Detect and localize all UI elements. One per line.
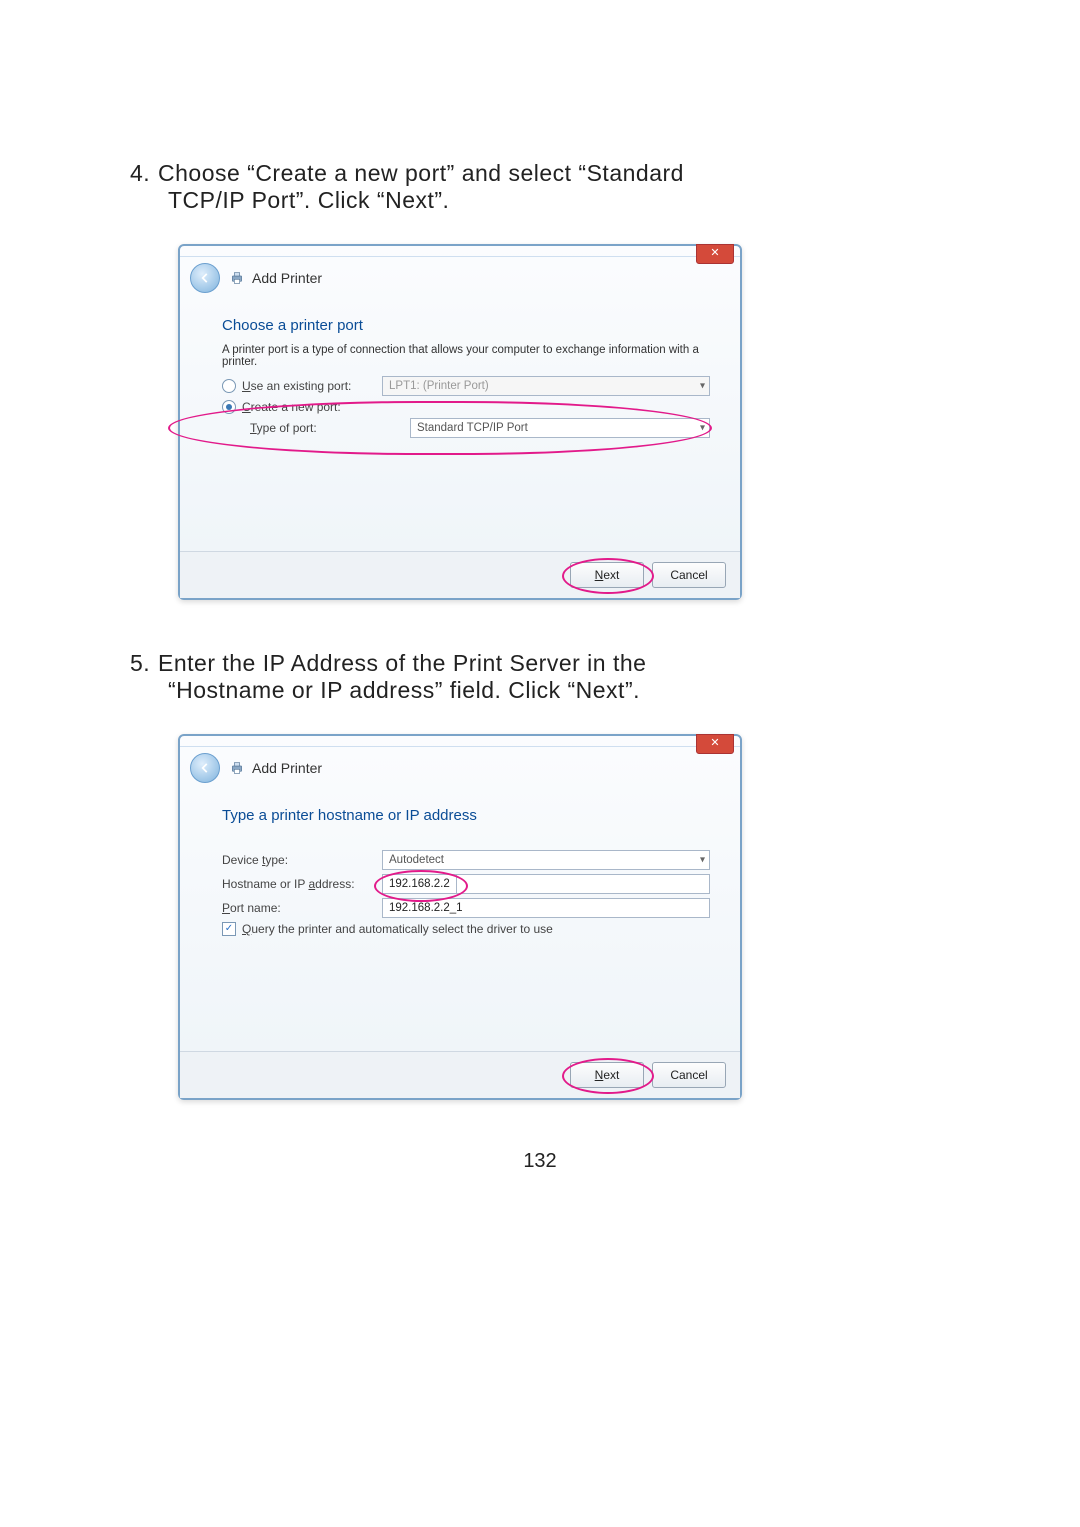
hostname-row: Hostname or IP address: 192.168.2.2 — [222, 874, 710, 894]
close-button[interactable]: ✕ — [696, 734, 734, 754]
portname-input[interactable]: 192.168.2.2_1 — [382, 898, 710, 918]
radio-icon — [222, 400, 236, 414]
step-4-text: 4.Choose “Create a new port” and select … — [130, 160, 950, 214]
checkbox-icon — [222, 922, 236, 936]
option-use-existing[interactable]: Use an existing port: LPT1: (Printer Por… — [222, 376, 710, 396]
printer-icon — [228, 270, 246, 286]
hostname-input-extend[interactable] — [457, 874, 710, 894]
step-5-num: 5. — [130, 650, 158, 677]
option-create-new[interactable]: Create a new port: — [222, 400, 710, 414]
chevron-down-icon: ▾ — [700, 855, 705, 866]
portname-row: Port name: 192.168.2.2_1 — [222, 898, 710, 918]
cancel-button[interactable]: Cancel — [652, 1062, 726, 1088]
back-button[interactable] — [190, 263, 220, 293]
existing-port-select: LPT1: (Printer Port) ▾ — [382, 376, 710, 396]
step-4-num: 4. — [130, 160, 158, 187]
chevron-down-icon: ▾ — [700, 423, 705, 434]
step-5-text: 5.Enter the IP Address of the Print Serv… — [130, 650, 950, 704]
arrow-left-icon — [198, 761, 212, 775]
dialog-title: Add Printer — [252, 270, 322, 286]
type-of-port-row: Type of port: Standard TCP/IP Port ▾ — [222, 418, 710, 438]
type-of-port-select[interactable]: Standard TCP/IP Port ▾ — [410, 418, 710, 438]
radio-icon — [222, 379, 236, 393]
dialog-title: Add Printer — [252, 760, 322, 776]
close-button[interactable]: ✕ — [696, 244, 734, 264]
dialog-desc: A printer port is a type of connection t… — [222, 344, 710, 368]
close-icon: ✕ — [710, 737, 719, 749]
printer-icon — [228, 760, 246, 776]
dialog-heading: Choose a printer port — [222, 317, 710, 334]
next-button[interactable]: Next — [570, 1062, 644, 1088]
dialog-choose-port: ✕ Add Printer Choose a printer port A pr… — [178, 244, 742, 600]
close-icon: ✕ — [710, 247, 719, 259]
step-4-line2: TCP/IP Port”. Click “Next”. — [168, 187, 950, 214]
page-number: 132 — [130, 1150, 950, 1173]
step-4-line1: Choose “Create a new port” and select “S… — [158, 160, 684, 186]
next-button[interactable]: Next — [570, 562, 644, 588]
cancel-button[interactable]: Cancel — [652, 562, 726, 588]
back-button[interactable] — [190, 753, 220, 783]
arrow-left-icon — [198, 271, 212, 285]
dialog-hostname: ✕ Add Printer Type a printer hostname or… — [178, 734, 742, 1100]
query-checkbox-row[interactable]: Query the printer and automatically sele… — [222, 922, 710, 936]
dialog-heading: Type a printer hostname or IP address — [222, 807, 710, 824]
step-5-line1: Enter the IP Address of the Print Server… — [158, 650, 646, 676]
chevron-down-icon: ▾ — [700, 381, 705, 392]
device-type-row: Device type: Autodetect ▾ — [222, 850, 710, 870]
step-5-line2: “Hostname or IP address” field. Click “N… — [168, 677, 950, 704]
hostname-input[interactable]: 192.168.2.2 — [382, 874, 457, 894]
device-type-select[interactable]: Autodetect ▾ — [382, 850, 710, 870]
